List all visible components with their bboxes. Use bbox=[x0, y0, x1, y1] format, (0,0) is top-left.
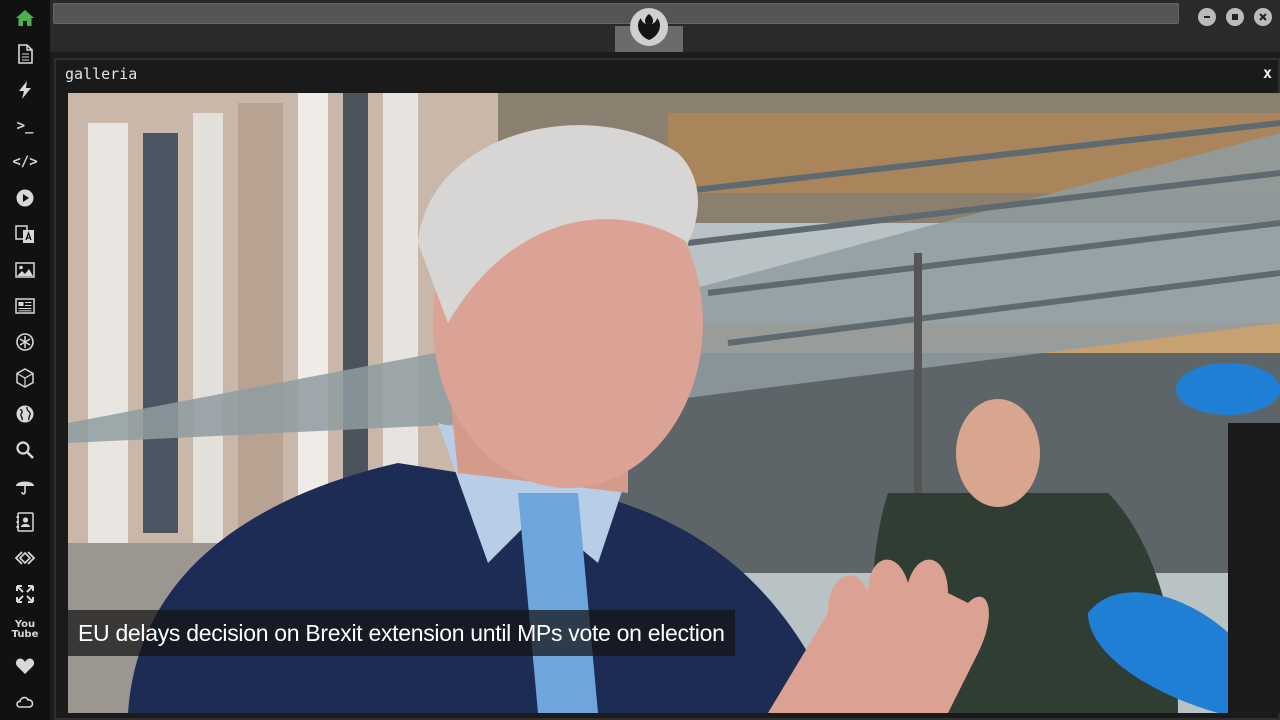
globe-icon[interactable] bbox=[0, 396, 50, 432]
translate-icon[interactable] bbox=[0, 216, 50, 252]
heart-icon[interactable] bbox=[0, 648, 50, 684]
cloud-icon[interactable] bbox=[0, 684, 50, 720]
photo-caption: EU delays decision on Brexit extension u… bbox=[68, 610, 735, 656]
code-icon[interactable]: </> bbox=[0, 144, 50, 180]
home-icon[interactable] bbox=[0, 0, 50, 36]
document-icon[interactable] bbox=[0, 36, 50, 72]
youtube-icon[interactable]: You Tube bbox=[0, 612, 50, 648]
top-bar bbox=[50, 0, 1280, 52]
cube-icon[interactable] bbox=[0, 360, 50, 396]
tags-icon[interactable] bbox=[0, 540, 50, 576]
umbrella-icon[interactable] bbox=[0, 468, 50, 504]
minimize-icon[interactable] bbox=[1198, 8, 1216, 26]
lightning-icon[interactable] bbox=[0, 72, 50, 108]
youtube-label: You Tube bbox=[11, 619, 39, 640]
maximize-icon[interactable] bbox=[1226, 8, 1244, 26]
galleria-panel: galleria x EU delays decision on Brexit … bbox=[54, 58, 1280, 720]
image-icon[interactable] bbox=[0, 252, 50, 288]
terminal-label: >_ bbox=[16, 118, 34, 134]
expand-icon[interactable] bbox=[0, 576, 50, 612]
close-window-icon[interactable] bbox=[1254, 8, 1272, 26]
rebel-icon[interactable] bbox=[0, 324, 50, 360]
caption-text: EU delays decision on Brexit extension u… bbox=[78, 619, 725, 646]
terminal-icon[interactable]: >_ bbox=[0, 108, 50, 144]
newspaper-icon[interactable] bbox=[0, 288, 50, 324]
address-bar[interactable] bbox=[53, 3, 1179, 24]
play-icon[interactable] bbox=[0, 180, 50, 216]
rebel-alliance-logo-icon[interactable] bbox=[630, 8, 668, 46]
contacts-icon[interactable] bbox=[0, 504, 50, 540]
sidebar: >_ </> You Tube bbox=[0, 0, 50, 720]
panel-close-button[interactable]: x bbox=[1263, 64, 1272, 82]
search-icon[interactable] bbox=[0, 432, 50, 468]
code-label: </> bbox=[12, 154, 38, 170]
panel-title: galleria bbox=[65, 65, 138, 83]
